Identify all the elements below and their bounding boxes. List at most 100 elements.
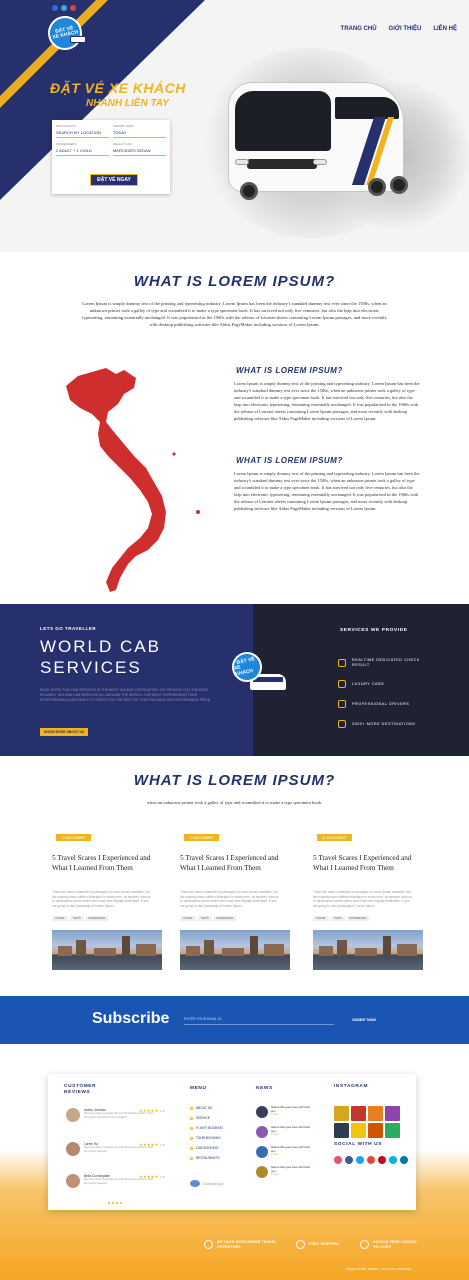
- about-heading-1: WHAT IS LOREM IPSUM?: [236, 366, 343, 375]
- footer-menu-item[interactable]: SERVICE: [190, 1116, 210, 1120]
- post-photo[interactable]: [313, 930, 423, 970]
- blog-card[interactable]: 21 DECEMBER 5 Travel Scares I Experience…: [313, 834, 423, 974]
- destination-field[interactable]: SEARCH MY LOCATION: [56, 129, 109, 138]
- post-title[interactable]: 5 Travel Scares I Experienced and What I…: [313, 854, 423, 873]
- depart-date-field[interactable]: TODAY: [113, 129, 166, 138]
- feature-label: HASSLE FREE CANCEL POLICIES: [373, 1240, 418, 1249]
- globe-icon: [204, 1240, 213, 1249]
- instagram-heading: INSTAGRAM: [334, 1084, 369, 1089]
- google-plus-icon[interactable]: [70, 5, 76, 11]
- passengers-field[interactable]: 2 ADULT + 1 CHILD: [56, 147, 109, 156]
- avatar: [66, 1174, 80, 1188]
- feature-item: FREE SHIPPING: [296, 1240, 349, 1249]
- tag[interactable]: TRIPS: [330, 916, 345, 921]
- tag[interactable]: TRIPS: [197, 916, 212, 921]
- reviews-heading: CUSTOMER REVIEWS: [64, 1084, 96, 1096]
- facebook-icon[interactable]: [52, 5, 58, 11]
- post-date-badge: 21 DECEMBER: [184, 834, 219, 841]
- post-excerpt: There are many variations of passages of…: [52, 890, 152, 908]
- nav-item-contact[interactable]: LIÊN HỆ: [433, 26, 457, 32]
- news-item[interactable]: Nature title goes here with bold text 5 d…: [256, 1165, 311, 1178]
- know-more-button[interactable]: KNOW MORE ABOUT US: [40, 728, 88, 736]
- tag[interactable]: TRIPS: [69, 916, 84, 921]
- hero-title: ĐẶT VÉ XE KHÁCH: [50, 80, 186, 96]
- tag[interactable]: TRAVEL: [52, 916, 68, 921]
- subscribe-email-input[interactable]: ENTER YOUR EMAIL ID: [184, 1017, 334, 1025]
- google-plus-icon[interactable]: [367, 1156, 375, 1164]
- download-app-link[interactable]: Download App: [190, 1180, 224, 1187]
- footer-menu-item[interactable]: FLIGHT BOOKING: [190, 1126, 223, 1130]
- menu-heading: MENU: [190, 1086, 207, 1091]
- twitter-icon[interactable]: [61, 5, 67, 11]
- cab-services-panel: [0, 604, 253, 756]
- cab-select-field[interactable]: MERCEDES SEDAN: [113, 147, 166, 156]
- about-heading-2: WHAT IS LOREM IPSUM?: [236, 456, 343, 465]
- feature-item: HASSLE FREE CANCEL POLICIES: [360, 1240, 433, 1249]
- star-rating-icon: ★★★★★: [139, 1174, 159, 1179]
- book-now-button[interactable]: ĐẶT VÉ NGAY: [90, 174, 138, 186]
- instagram-icon[interactable]: [334, 1156, 342, 1164]
- twitter-icon[interactable]: [356, 1156, 364, 1164]
- footer-menu-item[interactable]: ABOUT US: [190, 1106, 212, 1110]
- globe-icon: [338, 720, 346, 728]
- blog-card[interactable]: 21 DECEMBER 5 Travel Scares I Experience…: [52, 834, 162, 974]
- blog-card[interactable]: 21 DECEMBER 5 Travel Scares I Experience…: [180, 834, 290, 974]
- skype-icon[interactable]: [389, 1156, 397, 1164]
- news-thumbnail: [256, 1106, 268, 1118]
- instagram-photo[interactable]: [368, 1106, 383, 1121]
- tag[interactable]: EXPERIENCE: [213, 916, 237, 921]
- reviews-heading-line-2: REVIEWS: [64, 1090, 91, 1095]
- post-title[interactable]: 5 Travel Scares I Experienced and What I…: [52, 854, 162, 873]
- cab-description: BOOK HOTEL TAXI CAB SERVICES IN THE MOST…: [40, 688, 212, 702]
- post-excerpt: There are many variations of passages of…: [180, 890, 280, 908]
- social-heading: SOCIAL WITH US: [334, 1142, 383, 1147]
- cab-title-line-2: SERVICES: [40, 658, 142, 677]
- footer-menu-item[interactable]: RESTAURANTS: [190, 1156, 220, 1160]
- instagram-photo[interactable]: [385, 1106, 400, 1121]
- cab-kicker: LETS GO TRAVELLER: [40, 626, 97, 631]
- linkedin-icon[interactable]: [400, 1156, 408, 1164]
- destination-label: DESTINATION: [56, 124, 76, 128]
- instagram-photo[interactable]: [351, 1106, 366, 1121]
- subscribe-title: Subscribe: [92, 1010, 170, 1027]
- instagram-photo[interactable]: [334, 1123, 349, 1138]
- service-label: REALTIME DEDICATED CHECK RESULT: [352, 658, 420, 667]
- tag[interactable]: EXPERIENCE: [346, 916, 370, 921]
- facebook-icon[interactable]: [345, 1156, 353, 1164]
- nav-item-about[interactable]: GIỚI THIỆU: [389, 26, 422, 32]
- submit-now-button[interactable]: SUBMIT NOW: [344, 1016, 384, 1024]
- post-photo[interactable]: [52, 930, 162, 970]
- tag[interactable]: TRAVEL: [313, 916, 329, 921]
- cab-title-line-1: WORLD CAB: [40, 637, 161, 656]
- avatar: [66, 1142, 80, 1156]
- news-thumbnail: [256, 1126, 268, 1138]
- post-title[interactable]: 5 Travel Scares I Experienced and What I…: [180, 854, 290, 873]
- service-item: LUXURY CABS: [338, 680, 436, 688]
- post-photo[interactable]: [180, 930, 290, 970]
- top-social-icons: [52, 5, 76, 11]
- footer-social-icons: [334, 1156, 408, 1164]
- nav-item-home[interactable]: TRANG CHỦ: [341, 26, 377, 32]
- pinterest-icon[interactable]: [378, 1156, 386, 1164]
- post-date-badge: 21 DECEMBER: [317, 834, 352, 841]
- news-item[interactable]: Nature title goes here with bold text 5 d…: [256, 1105, 311, 1118]
- news-date: 5 days: [271, 1173, 279, 1177]
- review-rating: ★★★★★ 4.8: [139, 1174, 165, 1179]
- news-item[interactable]: Nature title goes here with bold text 5 d…: [256, 1125, 311, 1138]
- news-item[interactable]: Nature title goes here with bold text 5 d…: [256, 1145, 311, 1158]
- review-pagination[interactable]: [108, 1202, 122, 1204]
- news-thumbnail: [256, 1146, 268, 1158]
- rating-score: 4.8: [159, 1109, 165, 1113]
- footer-menu-item[interactable]: CAB BOOKING: [190, 1146, 218, 1150]
- cab-title: WORLD CAB SERVICES: [40, 636, 161, 678]
- tag[interactable]: TRAVEL: [180, 916, 196, 921]
- instagram-photo[interactable]: [351, 1123, 366, 1138]
- instagram-photo[interactable]: [334, 1106, 349, 1121]
- instagram-photo[interactable]: [368, 1123, 383, 1138]
- car-icon: [338, 680, 346, 688]
- news-title: Nature title goes here with bold text: [271, 1145, 310, 1153]
- instagram-photo[interactable]: [385, 1123, 400, 1138]
- tag[interactable]: EXPERIENCE: [85, 916, 109, 921]
- footer-menu-item[interactable]: TOUR BOOKING: [190, 1136, 221, 1140]
- about-text-1: Lorem Ipsum is simply dummy text of the …: [234, 381, 420, 421]
